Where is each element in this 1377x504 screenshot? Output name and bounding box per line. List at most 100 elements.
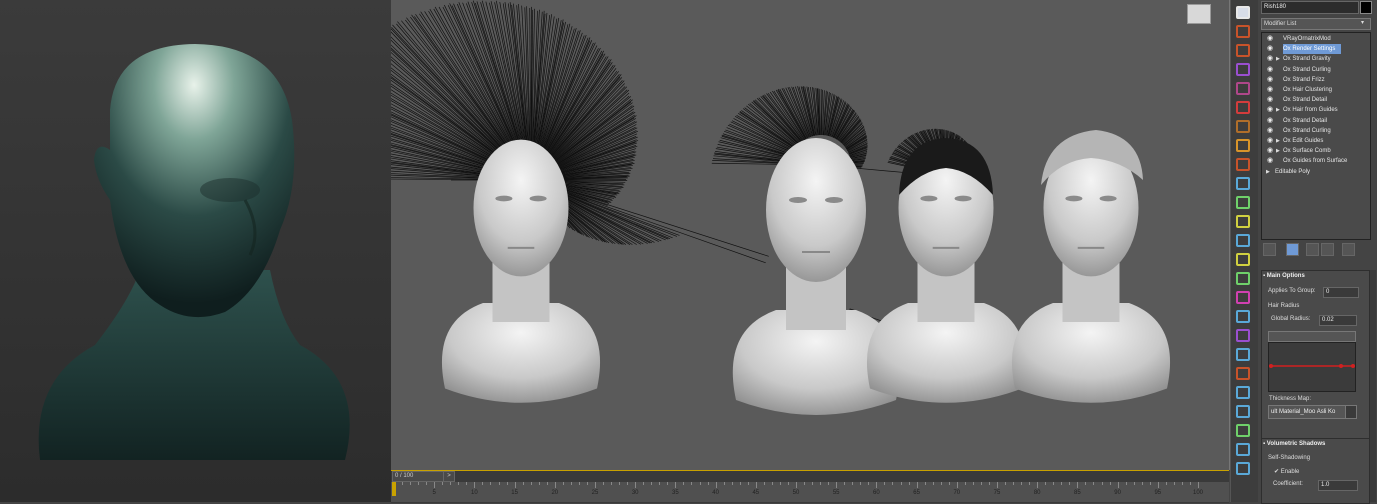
ornatrix-tool-icon[interactable] bbox=[1236, 215, 1250, 228]
modifier-stack-item[interactable]: ◉Ox Guides from Surface bbox=[1262, 156, 1369, 166]
timeline-tick bbox=[981, 482, 982, 485]
timeline-tick bbox=[603, 482, 604, 485]
viewcube[interactable] bbox=[1187, 4, 1211, 24]
ornatrix-tool-icon[interactable] bbox=[1236, 367, 1250, 380]
enable-checkbox[interactable]: ✔ Enable bbox=[1274, 468, 1299, 475]
applies-to-group-spinner[interactable]: 0 bbox=[1323, 287, 1359, 298]
modifier-stack-item[interactable]: ◉ Ox Strand Curling bbox=[1262, 65, 1369, 75]
configure-modifier-sets-icon[interactable] bbox=[1342, 243, 1355, 256]
main-options-title[interactable]: ▪ Main Options bbox=[1263, 273, 1305, 279]
modifier-stack-item[interactable]: ◉Ox Hair Clustering bbox=[1262, 85, 1369, 95]
modifier-stack-item[interactable]: ◉▶Ox Surface Comb bbox=[1262, 146, 1369, 156]
radius-curve-editor[interactable] bbox=[1268, 342, 1356, 392]
eye-icon[interactable]: ◉ bbox=[1266, 54, 1274, 64]
ornatrix-tool-icon[interactable] bbox=[1236, 405, 1250, 418]
global-radius-spinner[interactable]: 0.02 bbox=[1319, 315, 1357, 326]
make-unique-icon[interactable] bbox=[1306, 243, 1319, 256]
modifier-stack-item[interactable]: ◉VRayOrnatrixMod bbox=[1262, 34, 1369, 44]
bust-short-hair[interactable] bbox=[867, 140, 1025, 403]
ornatrix-tool-icon[interactable] bbox=[1236, 63, 1250, 76]
timeline-tick bbox=[868, 482, 869, 485]
timeline-tick bbox=[1021, 482, 1022, 485]
modifier-stack-item[interactable]: ◉▶Ox Strand Gravity bbox=[1262, 54, 1369, 64]
show-end-result-icon[interactable] bbox=[1286, 243, 1299, 256]
ornatrix-tool-icon[interactable] bbox=[1236, 158, 1250, 171]
eye-icon[interactable]: ◉ bbox=[1266, 44, 1274, 54]
timeline-tick-label: 5 bbox=[433, 490, 436, 496]
volumetric-shadows-title[interactable]: ▪ Volumetric Shadows bbox=[1263, 441, 1325, 447]
ornatrix-tool-icon[interactable] bbox=[1236, 386, 1250, 399]
eye-icon[interactable]: ◉ bbox=[1266, 156, 1274, 166]
eye-icon[interactable]: ◉ bbox=[1266, 34, 1274, 44]
ornatrix-tool-icon[interactable] bbox=[1236, 139, 1250, 152]
timeline-tick bbox=[804, 482, 805, 485]
panel-scrollbar[interactable] bbox=[1370, 270, 1376, 502]
shaded-perspective-viewport[interactable] bbox=[0, 0, 391, 502]
next-frame-button[interactable]: > bbox=[443, 471, 455, 482]
pin-stack-icon[interactable] bbox=[1263, 243, 1276, 256]
modifier-stack-item[interactable]: ◉▶Ox Hair from Guides bbox=[1262, 105, 1369, 115]
eye-icon[interactable]: ◉ bbox=[1266, 136, 1274, 146]
object-name-field[interactable]: Rish180 bbox=[1261, 1, 1359, 14]
eye-icon[interactable]: ◉ bbox=[1266, 146, 1274, 156]
ornatrix-tool-icon[interactable] bbox=[1236, 196, 1250, 209]
ornatrix-tool-icon[interactable] bbox=[1236, 6, 1250, 19]
frame-counter[interactable]: 0 / 100 bbox=[392, 471, 444, 482]
expand-triangle-icon[interactable]: ▶ bbox=[1276, 105, 1282, 115]
timeline-tick bbox=[965, 482, 966, 485]
ornatrix-tool-icon[interactable] bbox=[1236, 291, 1250, 304]
timeline-tick bbox=[1013, 482, 1014, 485]
ornatrix-tool-icon[interactable] bbox=[1236, 82, 1250, 95]
expand-triangle-icon[interactable]: ▶ bbox=[1276, 136, 1282, 146]
ornatrix-tool-icon[interactable] bbox=[1236, 424, 1250, 437]
modifier-label: Ox Strand Curling bbox=[1283, 65, 1331, 75]
ornatrix-tool-icon[interactable] bbox=[1236, 25, 1250, 38]
bust-final-combed[interactable] bbox=[1012, 140, 1170, 403]
ornatrix-tool-icon[interactable] bbox=[1236, 443, 1250, 456]
timeline-tick-label: 25 bbox=[592, 490, 599, 496]
eye-icon[interactable]: ◉ bbox=[1266, 105, 1274, 115]
time-slider[interactable] bbox=[392, 482, 396, 496]
modifier-stack-item[interactable]: ◉Ox Render Settings bbox=[1262, 44, 1369, 54]
expand-triangle-icon[interactable]: ▶ bbox=[1276, 54, 1282, 64]
modifier-stack-item[interactable]: ◉Ox Strand Curling bbox=[1262, 126, 1369, 136]
modifier-list-dropdown[interactable]: Modifier List bbox=[1261, 18, 1371, 30]
coefficient-spinner[interactable]: 1.0 bbox=[1318, 480, 1358, 491]
map-picker-icon[interactable] bbox=[1345, 405, 1357, 419]
ornatrix-tool-icon[interactable] bbox=[1236, 329, 1250, 342]
ornatrix-tool-icon[interactable] bbox=[1236, 234, 1250, 247]
remove-modifier-icon[interactable] bbox=[1321, 243, 1334, 256]
modifier-stack-item[interactable]: ◉▶Ox Edit Guides bbox=[1262, 136, 1369, 146]
eye-icon[interactable]: ◉ bbox=[1266, 65, 1274, 75]
eye-icon[interactable]: ◉ bbox=[1266, 116, 1274, 126]
eye-icon[interactable]: ◉ bbox=[1266, 126, 1274, 136]
timeline-tick bbox=[474, 482, 475, 488]
timeline-tick bbox=[941, 482, 942, 485]
ornatrix-tool-icon[interactable] bbox=[1236, 462, 1250, 475]
modifier-stack-item[interactable]: ◉Ox Strand Detail bbox=[1262, 116, 1369, 126]
modifier-stack-item[interactable]: ◉Ox Strand Detail bbox=[1262, 95, 1369, 105]
ornatrix-tool-icon[interactable] bbox=[1236, 348, 1250, 361]
timeline-tick bbox=[691, 482, 692, 485]
modifier-stack-item[interactable]: ◉Ox Strand Frizz bbox=[1262, 75, 1369, 85]
ornatrix-tool-icon[interactable] bbox=[1236, 120, 1250, 133]
timeline-tick bbox=[708, 482, 709, 485]
object-color-swatch[interactable] bbox=[1360, 1, 1372, 14]
ornatrix-tool-icon[interactable] bbox=[1236, 272, 1250, 285]
ornatrix-tool-icon[interactable] bbox=[1236, 44, 1250, 57]
expand-triangle-icon[interactable]: ▶ bbox=[1266, 167, 1272, 177]
perspective-viewport[interactable] bbox=[391, 0, 1230, 470]
ornatrix-tool-icon[interactable] bbox=[1236, 101, 1250, 114]
chevron-down-icon[interactable]: ▾ bbox=[1361, 19, 1364, 26]
curve-reset-button[interactable] bbox=[1268, 331, 1356, 342]
eye-icon[interactable]: ◉ bbox=[1266, 85, 1274, 95]
ornatrix-tool-icon[interactable] bbox=[1236, 177, 1250, 190]
timeline-tick bbox=[563, 482, 564, 485]
thickness-map-button[interactable]: ult Material_Moo Asli Ko bbox=[1268, 405, 1346, 419]
ornatrix-tool-icon[interactable] bbox=[1236, 253, 1250, 266]
eye-icon[interactable]: ◉ bbox=[1266, 75, 1274, 85]
expand-triangle-icon[interactable]: ▶ bbox=[1276, 146, 1282, 156]
eye-icon[interactable]: ◉ bbox=[1266, 95, 1274, 105]
ornatrix-tool-icon[interactable] bbox=[1236, 310, 1250, 323]
modifier-stack-item[interactable]: ▶Editable Poly bbox=[1262, 167, 1369, 177]
